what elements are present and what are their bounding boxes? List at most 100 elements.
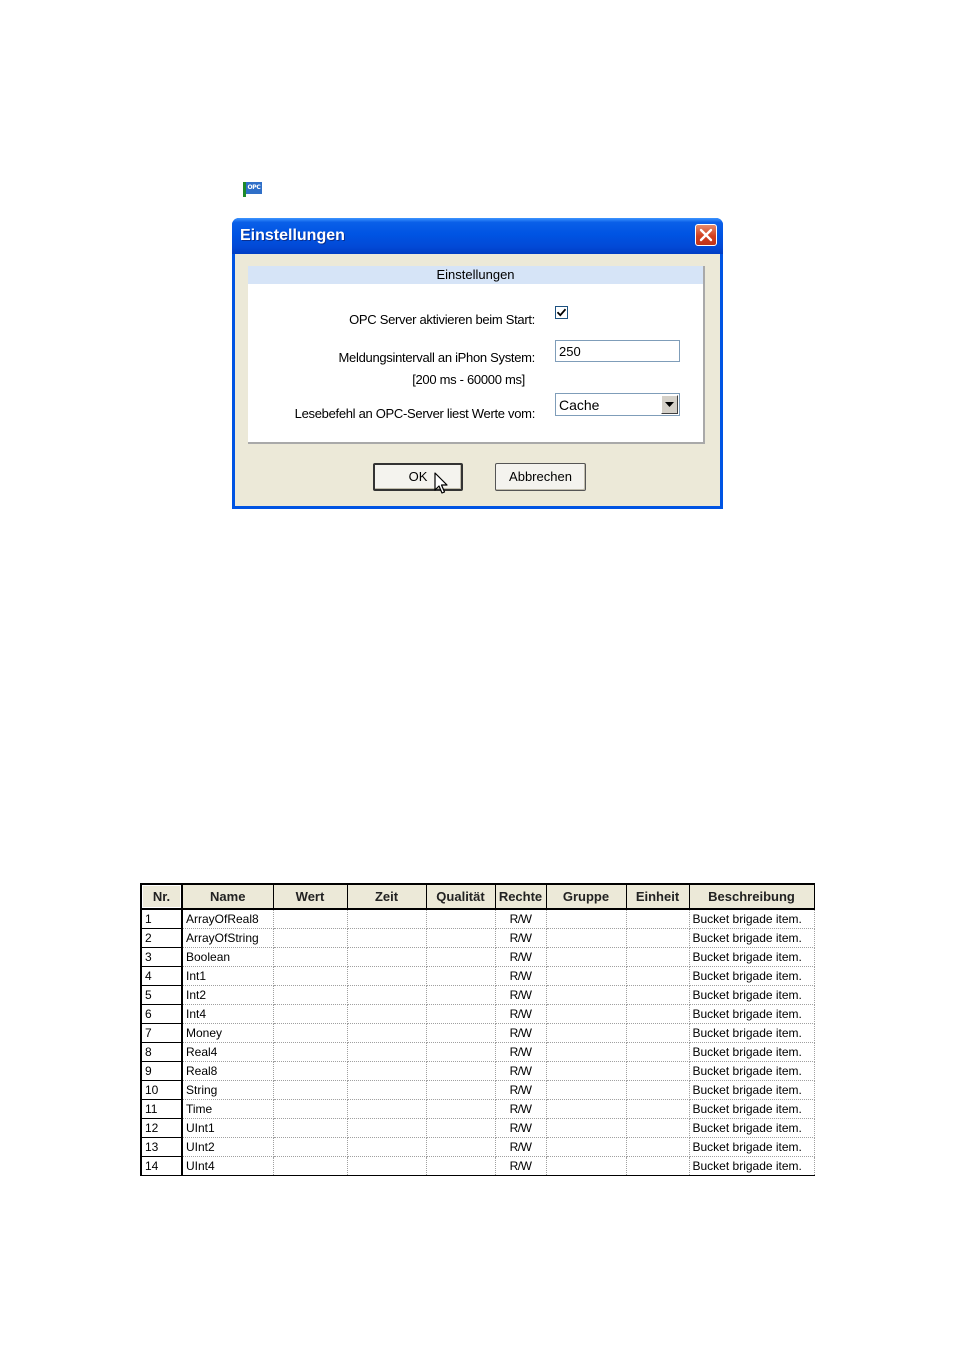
cell-gruppe — [545, 1023, 627, 1043]
read-source-select[interactable]: Cache — [555, 393, 680, 416]
close-icon — [699, 228, 713, 242]
table-row[interactable]: 2 ArrayOfString R/W Bucket brigade item. — [140, 928, 815, 948]
cell-beschreibung: Bucket brigade item. — [688, 985, 815, 1005]
cell-zeit — [346, 908, 427, 929]
column-header-wert[interactable]: Wert — [272, 883, 348, 910]
cell-einheit — [625, 985, 690, 1005]
cell-rechte: R/W — [494, 1137, 547, 1157]
cell-rechte: R/W — [494, 1156, 547, 1176]
interval-label: Meldungsintervall an iPhon System: — [338, 350, 536, 365]
cell-rechte: R/W — [494, 908, 547, 929]
cell-nr: 8 — [140, 1042, 183, 1062]
opc-server-icon[interactable]: OPC — [243, 181, 263, 197]
column-header-beschreibung[interactable]: Beschreibung — [688, 883, 815, 910]
cell-wert — [272, 1023, 348, 1043]
cell-rechte: R/W — [494, 1080, 547, 1100]
cell-rechte: R/W — [494, 966, 547, 986]
cell-gruppe — [545, 1156, 627, 1176]
table-row[interactable]: 4 Int1 R/W Bucket brigade item. — [140, 966, 815, 986]
table-row[interactable]: 9 Real8 R/W Bucket brigade item. — [140, 1061, 815, 1081]
cell-rechte: R/W — [494, 1042, 547, 1062]
cell-gruppe — [545, 966, 627, 986]
table-row[interactable]: 13 UInt2 R/W Bucket brigade item. — [140, 1137, 815, 1157]
cell-zeit — [346, 1061, 427, 1081]
cell-qualitaet — [425, 1061, 496, 1081]
cell-qualitaet — [425, 966, 496, 986]
cell-beschreibung: Bucket brigade item. — [688, 947, 815, 967]
cell-wert — [272, 947, 348, 967]
ok-button[interactable]: OK — [373, 463, 463, 491]
cell-einheit — [625, 1156, 690, 1176]
cell-beschreibung: Bucket brigade item. — [688, 1099, 815, 1119]
cell-nr: 6 — [140, 1004, 183, 1024]
cell-name: Int1 — [181, 966, 274, 986]
column-header-qualitaet[interactable]: Qualität — [425, 883, 496, 910]
cell-name: UInt1 — [181, 1118, 274, 1138]
activate-checkbox[interactable] — [555, 306, 568, 319]
cell-nr: 1 — [140, 908, 183, 929]
cell-name: Money — [181, 1023, 274, 1043]
cell-rechte: R/W — [494, 1061, 547, 1081]
cell-qualitaet — [425, 928, 496, 948]
cell-name: UInt4 — [181, 1156, 274, 1176]
cell-nr: 2 — [140, 928, 183, 948]
cell-nr: 5 — [140, 985, 183, 1005]
cell-nr: 9 — [140, 1061, 183, 1081]
section-header: Einstellungen — [248, 266, 703, 284]
cell-beschreibung: Bucket brigade item. — [688, 1042, 815, 1062]
table-row[interactable]: 11 Time R/W Bucket brigade item. — [140, 1099, 815, 1119]
cell-rechte: R/W — [494, 1099, 547, 1119]
cell-beschreibung: Bucket brigade item. — [688, 1156, 815, 1176]
cell-beschreibung: Bucket brigade item. — [688, 1061, 815, 1081]
cancel-button[interactable]: Abbrechen — [495, 463, 586, 491]
read-source-value: Cache — [559, 397, 600, 413]
cell-rechte: R/W — [494, 985, 547, 1005]
cell-gruppe — [545, 1080, 627, 1100]
cell-qualitaet — [425, 985, 496, 1005]
cell-gruppe — [545, 1061, 627, 1081]
interval-input[interactable]: 250 — [555, 340, 680, 362]
cell-gruppe — [545, 947, 627, 967]
cell-wert — [272, 1118, 348, 1138]
cell-gruppe — [545, 1042, 627, 1062]
cell-gruppe — [545, 1137, 627, 1157]
column-header-gruppe[interactable]: Gruppe — [545, 883, 627, 910]
table-row[interactable]: 6 Int4 R/W Bucket brigade item. — [140, 1004, 815, 1024]
cell-zeit — [346, 947, 427, 967]
table-row[interactable]: 5 Int2 R/W Bucket brigade item. — [140, 985, 815, 1005]
cell-rechte: R/W — [494, 947, 547, 967]
column-header-einheit[interactable]: Einheit — [625, 883, 690, 910]
cell-rechte: R/W — [494, 1023, 547, 1043]
dropdown-button[interactable] — [661, 395, 678, 414]
cell-beschreibung: Bucket brigade item. — [688, 928, 815, 948]
column-header-name[interactable]: Name — [181, 883, 274, 910]
column-header-rechte[interactable]: Rechte — [494, 883, 547, 910]
cell-wert — [272, 966, 348, 986]
column-header-nr[interactable]: Nr. — [140, 883, 183, 910]
cell-name: ArrayOfReal8 — [181, 908, 274, 929]
cell-einheit — [625, 1080, 690, 1100]
table-row[interactable]: 3 Boolean R/W Bucket brigade item. — [140, 947, 815, 967]
cell-qualitaet — [425, 1099, 496, 1119]
cell-qualitaet — [425, 908, 496, 929]
cell-wert — [272, 1099, 348, 1119]
cell-name: ArrayOfString — [181, 928, 274, 948]
title-bar[interactable]: Einstellungen — [232, 218, 723, 254]
cell-einheit — [625, 1137, 690, 1157]
dialog-title: Einstellungen — [240, 227, 345, 244]
table-row[interactable]: 1 ArrayOfReal8 R/W Bucket brigade item. — [140, 908, 815, 929]
settings-panel: Einstellungen OPC Server aktivieren beim… — [248, 266, 705, 444]
cell-wert — [272, 985, 348, 1005]
cell-nr: 3 — [140, 947, 183, 967]
table-row[interactable]: 10 String R/W Bucket brigade item. — [140, 1080, 815, 1100]
cell-gruppe — [545, 1099, 627, 1119]
table-row[interactable]: 14 UInt4 R/W Bucket brigade item. — [140, 1156, 815, 1176]
close-button[interactable] — [695, 224, 717, 246]
table-row[interactable]: 12 UInt1 R/W Bucket brigade item. — [140, 1118, 815, 1138]
cell-einheit — [625, 1118, 690, 1138]
cell-wert — [272, 1061, 348, 1081]
table-row[interactable]: 7 Money R/W Bucket brigade item. — [140, 1023, 815, 1043]
cell-zeit — [346, 966, 427, 986]
column-header-zeit[interactable]: Zeit — [346, 883, 427, 910]
table-row[interactable]: 8 Real4 R/W Bucket brigade item. — [140, 1042, 815, 1062]
